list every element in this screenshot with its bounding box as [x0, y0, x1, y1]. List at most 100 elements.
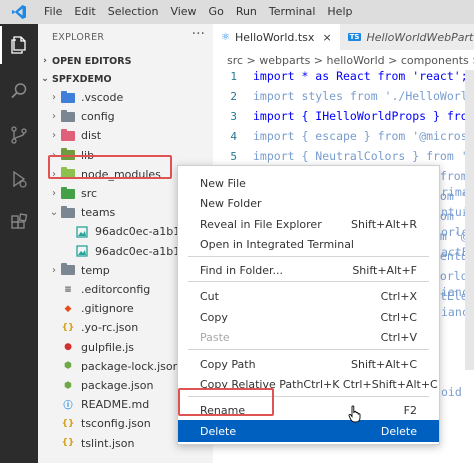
more-actions-icon[interactable]: ···: [192, 26, 205, 42]
search-icon[interactable]: [0, 72, 38, 110]
menu-item-new-file[interactable]: New File: [178, 172, 439, 194]
code-text: rimaryBu: [441, 185, 465, 199]
menu-file[interactable]: File: [38, 0, 68, 24]
context-menu: New File New Folder Reveal in File Explore…: [177, 165, 440, 445]
menu-item-copy-path[interactable]: Copy Path Shift+Alt+C: [178, 353, 439, 375]
folder-shape: [61, 186, 75, 199]
tree-item[interactable]: › dist: [38, 126, 213, 145]
menu-item-find-in-folder[interactable]: Find in Folder... Shift+Alt+F: [178, 259, 439, 281]
folder-shape: [61, 205, 75, 218]
menu-item-label: New Folder: [200, 196, 262, 210]
tree-item-label: teams: [81, 206, 116, 220]
menu-item-label: Find in Folder...: [200, 263, 284, 277]
folder-icon: [60, 128, 76, 143]
tree-item-label: .editorconfig: [81, 283, 151, 296]
tree-item-label: lib: [81, 148, 95, 162]
menu-item-reveal-in-file-explorer[interactable]: Reveal in File Explorer Shift+Alt+R: [178, 213, 439, 235]
folder-icon: [60, 263, 76, 277]
extensions-icon[interactable]: [0, 204, 38, 242]
menu-selection[interactable]: Selection: [102, 0, 165, 24]
menu-bar: File Edit Selection View Go Run Terminal Help: [38, 0, 358, 24]
menu-item-shortcut: F2: [403, 403, 417, 417]
menu-item-label: Delete: [200, 424, 237, 438]
menu-item-open-in-integrated-terminal[interactable]: Open in Integrated Terminal: [178, 233, 439, 255]
menu-item-copy-relative-path[interactable]: Copy Relative Path Ctrl+K Ctrl+Shift+Alt+…: [178, 373, 439, 395]
git-icon: ◆: [64, 303, 72, 314]
activity-bar: [0, 24, 38, 463]
folder-shape: [61, 128, 75, 141]
code-overflow-text: oid {: [441, 382, 465, 402]
explorer-icon[interactable]: [0, 26, 38, 64]
folder-shape: [61, 167, 75, 180]
code-text: ianceA: [441, 285, 465, 299]
menu-help[interactable]: Help: [321, 0, 358, 24]
run-debug-icon[interactable]: [0, 160, 38, 198]
source-control-icon[interactable]: [0, 116, 38, 154]
menu-edit[interactable]: Edit: [68, 0, 101, 24]
chevron-right-icon: ›: [52, 149, 56, 161]
menu-item-delete[interactable]: Delete Delete: [178, 420, 439, 442]
menu-separator: [188, 281, 429, 282]
vscode-logo-icon: [0, 0, 38, 24]
menu-item-new-folder[interactable]: New Folder: [178, 192, 439, 214]
folder-icon: [60, 109, 76, 124]
menu-run[interactable]: Run: [230, 0, 263, 24]
folder-shape: [61, 109, 75, 122]
react-icon: ⚛: [221, 31, 230, 43]
tree-item-label: .vscode: [81, 91, 124, 104]
info-icon: ⓘ: [63, 401, 73, 412]
code-text: orld e: [441, 225, 465, 239]
menu-item-label: Copy Relative Path: [200, 377, 304, 391]
code-text: actEle: [441, 245, 465, 259]
line-number: 2: [230, 89, 237, 103]
menu-view[interactable]: View: [164, 0, 202, 24]
menu-item-shortcut: Shift+Alt+F: [352, 263, 417, 277]
folder-icon: [60, 205, 76, 220]
menu-item-shortcut: Ctrl+X: [380, 289, 417, 303]
code-text: import styles from './HelloWorld.m: [253, 89, 474, 103]
open-editors-section[interactable]: › OPEN EDITORS: [38, 52, 213, 70]
project-section[interactable]: ⌄ SPFXDEMO: [38, 70, 213, 88]
menu-item-label: New File: [200, 176, 246, 190]
image-file-icon: [74, 225, 90, 239]
folder-icon: [60, 167, 76, 181]
code-text: ntui/r: [441, 205, 465, 219]
menu-item-label: Copy Path: [200, 357, 256, 371]
tab-label: HelloWorld.tsx: [234, 30, 315, 44]
menu-go[interactable]: Go: [203, 0, 230, 24]
menu-item-cut[interactable]: Cut Ctrl+X: [178, 285, 439, 307]
line-number: 5: [230, 149, 237, 163]
menu-item-rename[interactable]: Rename F2: [178, 399, 439, 421]
tree-item[interactable]: › config: [38, 107, 213, 126]
line-number: 3: [230, 109, 237, 123]
code-overflow-text: ianceA: [441, 302, 465, 322]
image-file-icon: [74, 244, 90, 258]
editor-tabs: ⚛ HelloWorld.tsx × TS HelloWorldWebPart.…: [213, 24, 474, 50]
tree-item-label: README.md: [81, 398, 150, 412]
editor-scrollbar[interactable]: [465, 70, 474, 370]
menu-item-copy[interactable]: Copy Ctrl+C: [178, 306, 439, 328]
line-number: 1: [230, 70, 237, 83]
menu-item-shortcut: Ctrl+C: [380, 310, 417, 324]
tree-item[interactable]: › .vscode: [38, 88, 213, 107]
folder-shape: [61, 148, 75, 161]
menu-item-paste[interactable]: Paste Ctrl+V: [178, 326, 439, 348]
tab-helloworldwebpart-ts[interactable]: TS HelloWorldWebPart.ts: [339, 24, 474, 50]
menu-item-shortcut: Ctrl+K Ctrl+Shift+Alt+C: [303, 377, 438, 391]
close-icon[interactable]: ×: [322, 31, 331, 44]
code-line: 2 import styles from './HelloWorld.m: [213, 86, 474, 106]
menu-terminal[interactable]: Terminal: [263, 0, 322, 24]
json-icon: {}: [61, 438, 75, 449]
tree-item[interactable]: › lib: [38, 146, 213, 165]
line-number: 4: [230, 129, 237, 143]
breadcrumb[interactable]: src > webparts > helloWorld > components…: [213, 50, 474, 70]
code-overflow-text: ntui/r: [441, 202, 465, 222]
chevron-down-icon: ⌄: [41, 74, 49, 84]
open-editors-label: OPEN EDITORS: [52, 55, 132, 67]
folder-icon: [60, 148, 76, 162]
typescript-icon: TS: [347, 33, 362, 41]
tab-helloworld-tsx[interactable]: ⚛ HelloWorld.tsx ×: [213, 24, 340, 50]
code-line: 3 import { IHelloWorldProps } from ': [213, 106, 474, 126]
tree-item-label: tsconfig.json: [81, 417, 151, 431]
tab-label: HelloWorldWebPart.ts: [366, 30, 474, 44]
